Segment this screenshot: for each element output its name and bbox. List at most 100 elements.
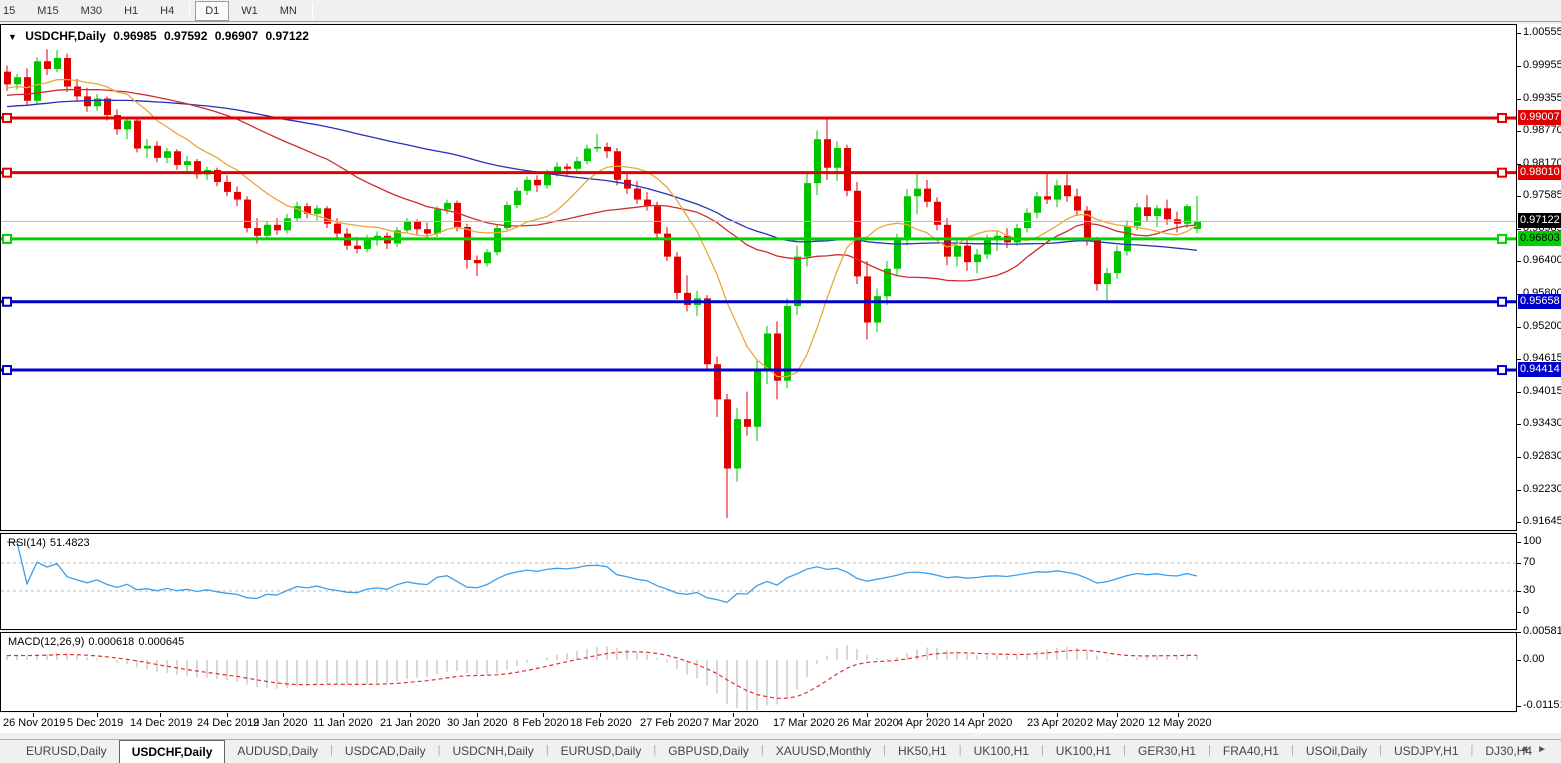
- price-axis[interactable]: 1.00555 0.99955 0.99355 0.98770 0.98170 0.975…: [1517, 24, 1561, 733]
- date-label: 11 Jan 2020: [313, 717, 373, 729]
- tab-gbpusd-daily[interactable]: GBPUSD,Daily: [656, 740, 761, 763]
- price-tick-tick-mark: [1517, 326, 1521, 328]
- price-tick-tick-mark: [1517, 98, 1521, 100]
- price-tick-tick-mark: [1517, 424, 1521, 426]
- tab-scroll-right-icon[interactable]: ►: [1537, 744, 1555, 755]
- rsi-label: RSI(14) 51.4823: [8, 537, 94, 549]
- price-tick: 0.97585: [1523, 189, 1561, 201]
- date-label: 18 Feb 2020: [570, 717, 632, 729]
- price-chart-panel[interactable]: ▼ USDCHF,Daily 0.96985 0.97592 0.96907 0…: [0, 24, 1517, 531]
- toolbar-separator: [189, 2, 191, 19]
- date-label: 24 Dec 2019: [197, 717, 260, 729]
- chart-symbol-period: USDCHF,Daily: [25, 29, 106, 43]
- date-label: 17 Mar 2020: [773, 717, 835, 729]
- tab-scroll-left-icon[interactable]: ◄: [1519, 744, 1537, 755]
- mt4-terminal: { "toolbar": { "timeframes": ["15","M15"…: [0, 0, 1561, 763]
- date-label: 2 Jan 2020: [253, 717, 308, 729]
- price-tag-0.98010: 0.98010: [1518, 164, 1561, 180]
- date-label: 2 May 2020: [1087, 717, 1145, 729]
- rsi-scale-tick: 0: [1523, 605, 1530, 617]
- price-tick-tick-mark: [1517, 33, 1521, 34]
- tab-usdchf-daily[interactable]: USDCHF,Daily: [118, 740, 226, 763]
- price-tick-tick-mark: [1517, 261, 1521, 263]
- tab-fra40-h1[interactable]: FRA40,H1: [1211, 740, 1291, 763]
- timeframe-button-m30[interactable]: M30: [71, 1, 112, 21]
- tab-eurusd-daily[interactable]: EURUSD,Daily: [549, 740, 654, 763]
- macd-indicator-panel[interactable]: MACD(12,26,9) 0.000618 0.000645: [0, 632, 1517, 712]
- macd-scale-tick: -0.011514: [1523, 698, 1561, 711]
- timeframe-button-m15[interactable]: M15: [27, 1, 68, 21]
- ohlc-low: 0.96907: [214, 29, 259, 43]
- price-tick: 0.96400: [1523, 254, 1561, 267]
- tab-xauusd-monthly[interactable]: XAUUSD,Monthly: [764, 740, 883, 763]
- rsi-scale-tick-tick-mark: [1517, 542, 1521, 543]
- macd-scale-tick: 0.00: [1523, 653, 1545, 665]
- timeframe-button-h4[interactable]: H4: [150, 1, 184, 21]
- tab-usoil-daily[interactable]: USOil,Daily: [1294, 740, 1379, 763]
- price-tick: 0.94015: [1523, 384, 1561, 397]
- tab-uk100-h1[interactable]: UK100,H1: [1044, 740, 1123, 763]
- date-label: 14 Apr 2020: [953, 717, 1013, 729]
- timeframe-button-d1[interactable]: D1: [195, 0, 230, 21]
- price-tick: 1.00555: [1523, 26, 1561, 38]
- timeframe-button-h1[interactable]: H1: [114, 1, 148, 21]
- date-label: 14 Dec 2019: [130, 717, 193, 729]
- rsi-scale-tick-tick-mark: [1517, 591, 1521, 592]
- tab-uk100-h1[interactable]: UK100,H1: [962, 740, 1041, 763]
- tab-audusd-daily[interactable]: AUDUSD,Daily: [225, 740, 330, 763]
- timeframe-button-15[interactable]: 15: [0, 1, 25, 21]
- price-tag-0.99007: 0.99007: [1518, 109, 1561, 125]
- date-label: 7 Mar 2020: [703, 717, 759, 729]
- price-tick-tick-mark: [1517, 130, 1521, 132]
- macd-value-1: 0.000618: [88, 636, 135, 648]
- rsi-chart[interactable]: [1, 534, 1516, 629]
- date-label: 12 May 2020: [1148, 717, 1212, 729]
- tab-usdcnh-daily[interactable]: USDCNH,Daily: [440, 740, 545, 763]
- ohlc-open: 0.96985: [113, 29, 157, 43]
- date-label: 30 Jan 2020: [447, 717, 508, 729]
- date-label: 8 Feb 2020: [513, 717, 569, 729]
- tab-usdjpy-h1[interactable]: USDJPY,H1: [1382, 740, 1470, 763]
- rsi-scale-tick: 30: [1523, 584, 1536, 596]
- price-tick-tick-mark: [1517, 228, 1521, 230]
- ohlc-high: 0.97592: [164, 29, 208, 43]
- timeframe-button-mn[interactable]: MN: [270, 1, 307, 21]
- date-axis[interactable]: 26 Nov 2019 5 Dec 2019 14 Dec 2019 24 Dec 2…: [0, 713, 1517, 733]
- rsi-value: 51.4823: [49, 537, 90, 549]
- macd-chart[interactable]: [1, 633, 1516, 711]
- toolbar-separator: [311, 2, 313, 19]
- price-tick-tick-mark: [1517, 456, 1521, 458]
- rsi-indicator-panel[interactable]: RSI(14) 51.4823: [0, 533, 1517, 630]
- symbol-dropdown-icon[interactable]: ▼: [8, 32, 17, 42]
- tab-eurusd-daily[interactable]: EURUSD,Daily: [14, 740, 119, 763]
- tab-ger30-h1[interactable]: GER30,H1: [1126, 740, 1208, 763]
- macd-scale-tick-tick-mark: [1517, 632, 1521, 634]
- price-tick: 0.93430: [1523, 417, 1561, 430]
- tab-hk50-h1[interactable]: HK50,H1: [886, 740, 959, 763]
- price-tag-0.94414: 0.94414: [1518, 362, 1561, 378]
- date-label: 23 Apr 2020: [1027, 717, 1087, 729]
- price-tick: 0.99355: [1523, 91, 1561, 104]
- price-tick: 0.99955: [1523, 58, 1561, 71]
- candlestick-chart[interactable]: [1, 25, 1516, 530]
- date-label: 26 Mar 2020: [837, 717, 899, 729]
- tab-scroll-arrows: ◄►: [1519, 744, 1555, 755]
- price-tick: 0.95200: [1523, 319, 1561, 332]
- timeframe-button-w1[interactable]: W1: [231, 1, 268, 21]
- price-tag-0.95658: 0.95658: [1518, 293, 1561, 309]
- macd-scale-tick-tick-mark: [1517, 660, 1521, 661]
- ohlc-close: 0.97122: [265, 29, 309, 43]
- price-tick-tick-mark: [1517, 359, 1521, 360]
- macd-name: MACD(12,26,9): [8, 636, 85, 648]
- chart-title: ▼ USDCHF,Daily 0.96985 0.97592 0.96907 0…: [8, 29, 313, 43]
- price-tick-tick-mark: [1517, 391, 1521, 393]
- tab-usdcad-daily[interactable]: USDCAD,Daily: [333, 740, 438, 763]
- price-tick: 0.91645: [1523, 515, 1561, 527]
- price-tick: 0.92230: [1523, 482, 1561, 495]
- macd-value-2: 0.000645: [138, 636, 185, 648]
- rsi-name: RSI(14): [8, 537, 46, 549]
- price-tick: 0.98770: [1523, 123, 1561, 136]
- chart-tab-bar: EURUSD,Daily USDCHF,Daily AUDUSD,Daily | USD…: [0, 739, 1561, 763]
- date-label: 26 Nov 2019: [3, 717, 66, 729]
- date-label: 21 Jan 2020: [380, 717, 441, 729]
